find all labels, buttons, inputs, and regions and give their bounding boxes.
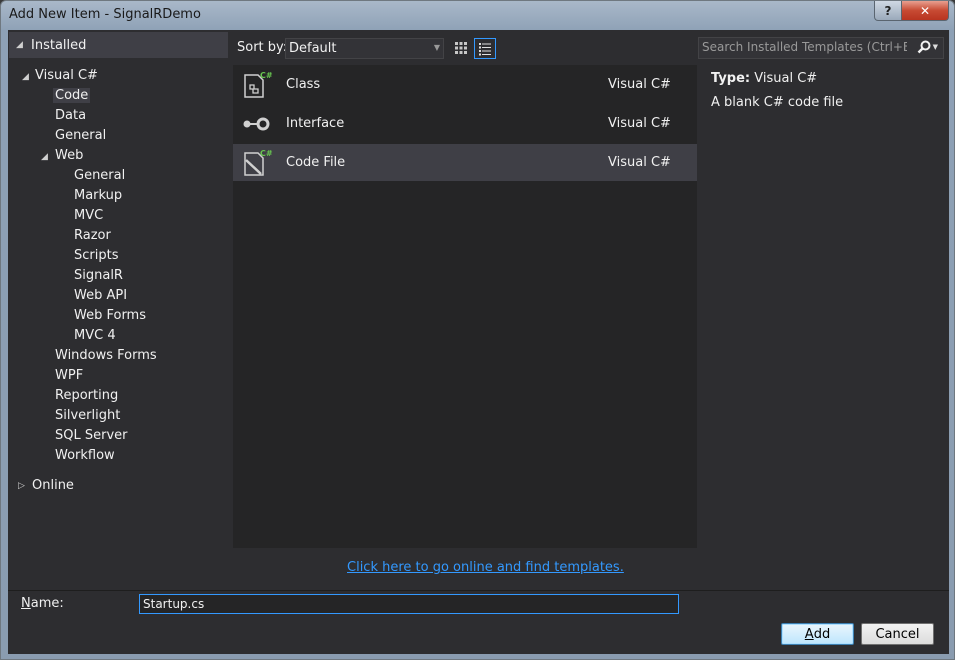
expand-arrow-icon[interactable]: ▷: [18, 481, 25, 491]
tree-item-web-forms[interactable]: Web Forms: [74, 308, 146, 323]
cancel-button[interactable]: Cancel: [861, 623, 934, 645]
svg-text:C#: C#: [260, 149, 273, 158]
small-icons-view-button[interactable]: [451, 38, 471, 58]
tree-item-code[interactable]: Code: [53, 88, 91, 103]
tree-item-wpf[interactable]: WPF: [55, 368, 83, 383]
tree-item-web-general[interactable]: General: [74, 168, 125, 183]
online-templates-link[interactable]: Click here to go online and find templat…: [347, 560, 624, 575]
close-button[interactable]: ✕: [901, 1, 949, 21]
svg-text:C#: C#: [260, 71, 273, 80]
tree-item-scripts[interactable]: Scripts: [74, 248, 118, 263]
search-input[interactable]: [702, 39, 907, 55]
template-list: C# Class Visual C# Interface Visual C# C…: [233, 65, 697, 548]
tree-item-windows-forms[interactable]: Windows Forms: [55, 348, 157, 363]
add-button[interactable]: Add: [781, 623, 854, 645]
template-language: Visual C#: [608, 77, 671, 92]
template-language: Visual C#: [608, 155, 671, 170]
installed-header[interactable]: ◢ Installed: [9, 32, 228, 58]
tree-item-sql-server[interactable]: SQL Server: [55, 428, 128, 443]
sort-dropdown[interactable]: Default ▼: [285, 38, 444, 59]
template-language: Visual C#: [608, 116, 671, 131]
interface-icon: [243, 117, 270, 131]
add-new-item-dialog: Add New Item - SignalRDemo ? ✕ ◢ Install…: [0, 0, 955, 660]
template-row-class[interactable]: C# Class Visual C#: [233, 66, 697, 103]
detail-type-value: Visual C#: [754, 71, 818, 86]
class-icon: C#: [244, 71, 273, 98]
search-icon: [917, 40, 931, 54]
window-title: Add New Item - SignalRDemo: [9, 7, 201, 22]
expand-arrow-icon[interactable]: ◢: [22, 72, 29, 82]
detail-description: A blank C# code file: [711, 95, 844, 110]
search-button[interactable]: ▼: [917, 40, 938, 54]
tree-item-reporting[interactable]: Reporting: [55, 388, 118, 403]
grid-view-icon: [455, 42, 467, 54]
detail-type-label: Type:: [711, 71, 751, 86]
tree-item-general[interactable]: General: [55, 128, 106, 143]
list-view-button[interactable]: [474, 38, 496, 59]
list-view-icon: [479, 42, 491, 55]
tree-item-mvc[interactable]: MVC: [74, 208, 103, 223]
tree-item-visual-csharp[interactable]: Visual C#: [35, 68, 98, 83]
title-bar[interactable]: Add New Item - SignalRDemo ? ✕: [1, 1, 954, 31]
search-box: ▼: [698, 37, 944, 59]
chevron-down-icon: ▼: [433, 43, 440, 52]
tree-item-workflow[interactable]: Workflow: [55, 448, 115, 463]
tree-item-data[interactable]: Data: [55, 108, 86, 123]
template-row-interface[interactable]: Interface Visual C#: [233, 105, 697, 142]
tree-item-silverlight[interactable]: Silverlight: [55, 408, 120, 423]
template-name: Code File: [286, 155, 346, 170]
collapse-arrow-icon[interactable]: ◢: [16, 40, 23, 50]
sort-dropdown-value: Default: [289, 41, 337, 56]
code-file-icon: C#: [244, 149, 273, 176]
help-icon: ?: [884, 3, 892, 18]
close-icon: ✕: [919, 3, 931, 18]
tree-item-mvc4[interactable]: MVC 4: [74, 328, 116, 343]
tree-item-razor[interactable]: Razor: [74, 228, 111, 243]
detail-type: Type: Visual C#: [711, 71, 817, 86]
template-row-code-file[interactable]: C# Code File Visual C#: [233, 144, 697, 181]
tree-item-web-api[interactable]: Web API: [74, 288, 127, 303]
tree-item-signalr[interactable]: SignalR: [74, 268, 123, 283]
expand-arrow-icon[interactable]: ◢: [41, 152, 48, 162]
name-label: Name:: [21, 596, 64, 611]
chevron-down-icon: ▼: [932, 43, 938, 51]
installed-label: Installed: [31, 38, 87, 53]
template-name: Class: [286, 77, 321, 92]
template-name: Interface: [286, 116, 345, 131]
tree-item-markup[interactable]: Markup: [74, 188, 122, 203]
tree-item-online[interactable]: Online: [32, 478, 74, 493]
name-input[interactable]: [139, 594, 679, 614]
dialog-body: ◢ Installed ◢ Visual C# Code Data Genera…: [8, 30, 949, 654]
sort-by-label: Sort by:: [237, 40, 288, 55]
help-button[interactable]: ?: [874, 1, 902, 21]
tree-item-web[interactable]: Web: [55, 148, 83, 163]
